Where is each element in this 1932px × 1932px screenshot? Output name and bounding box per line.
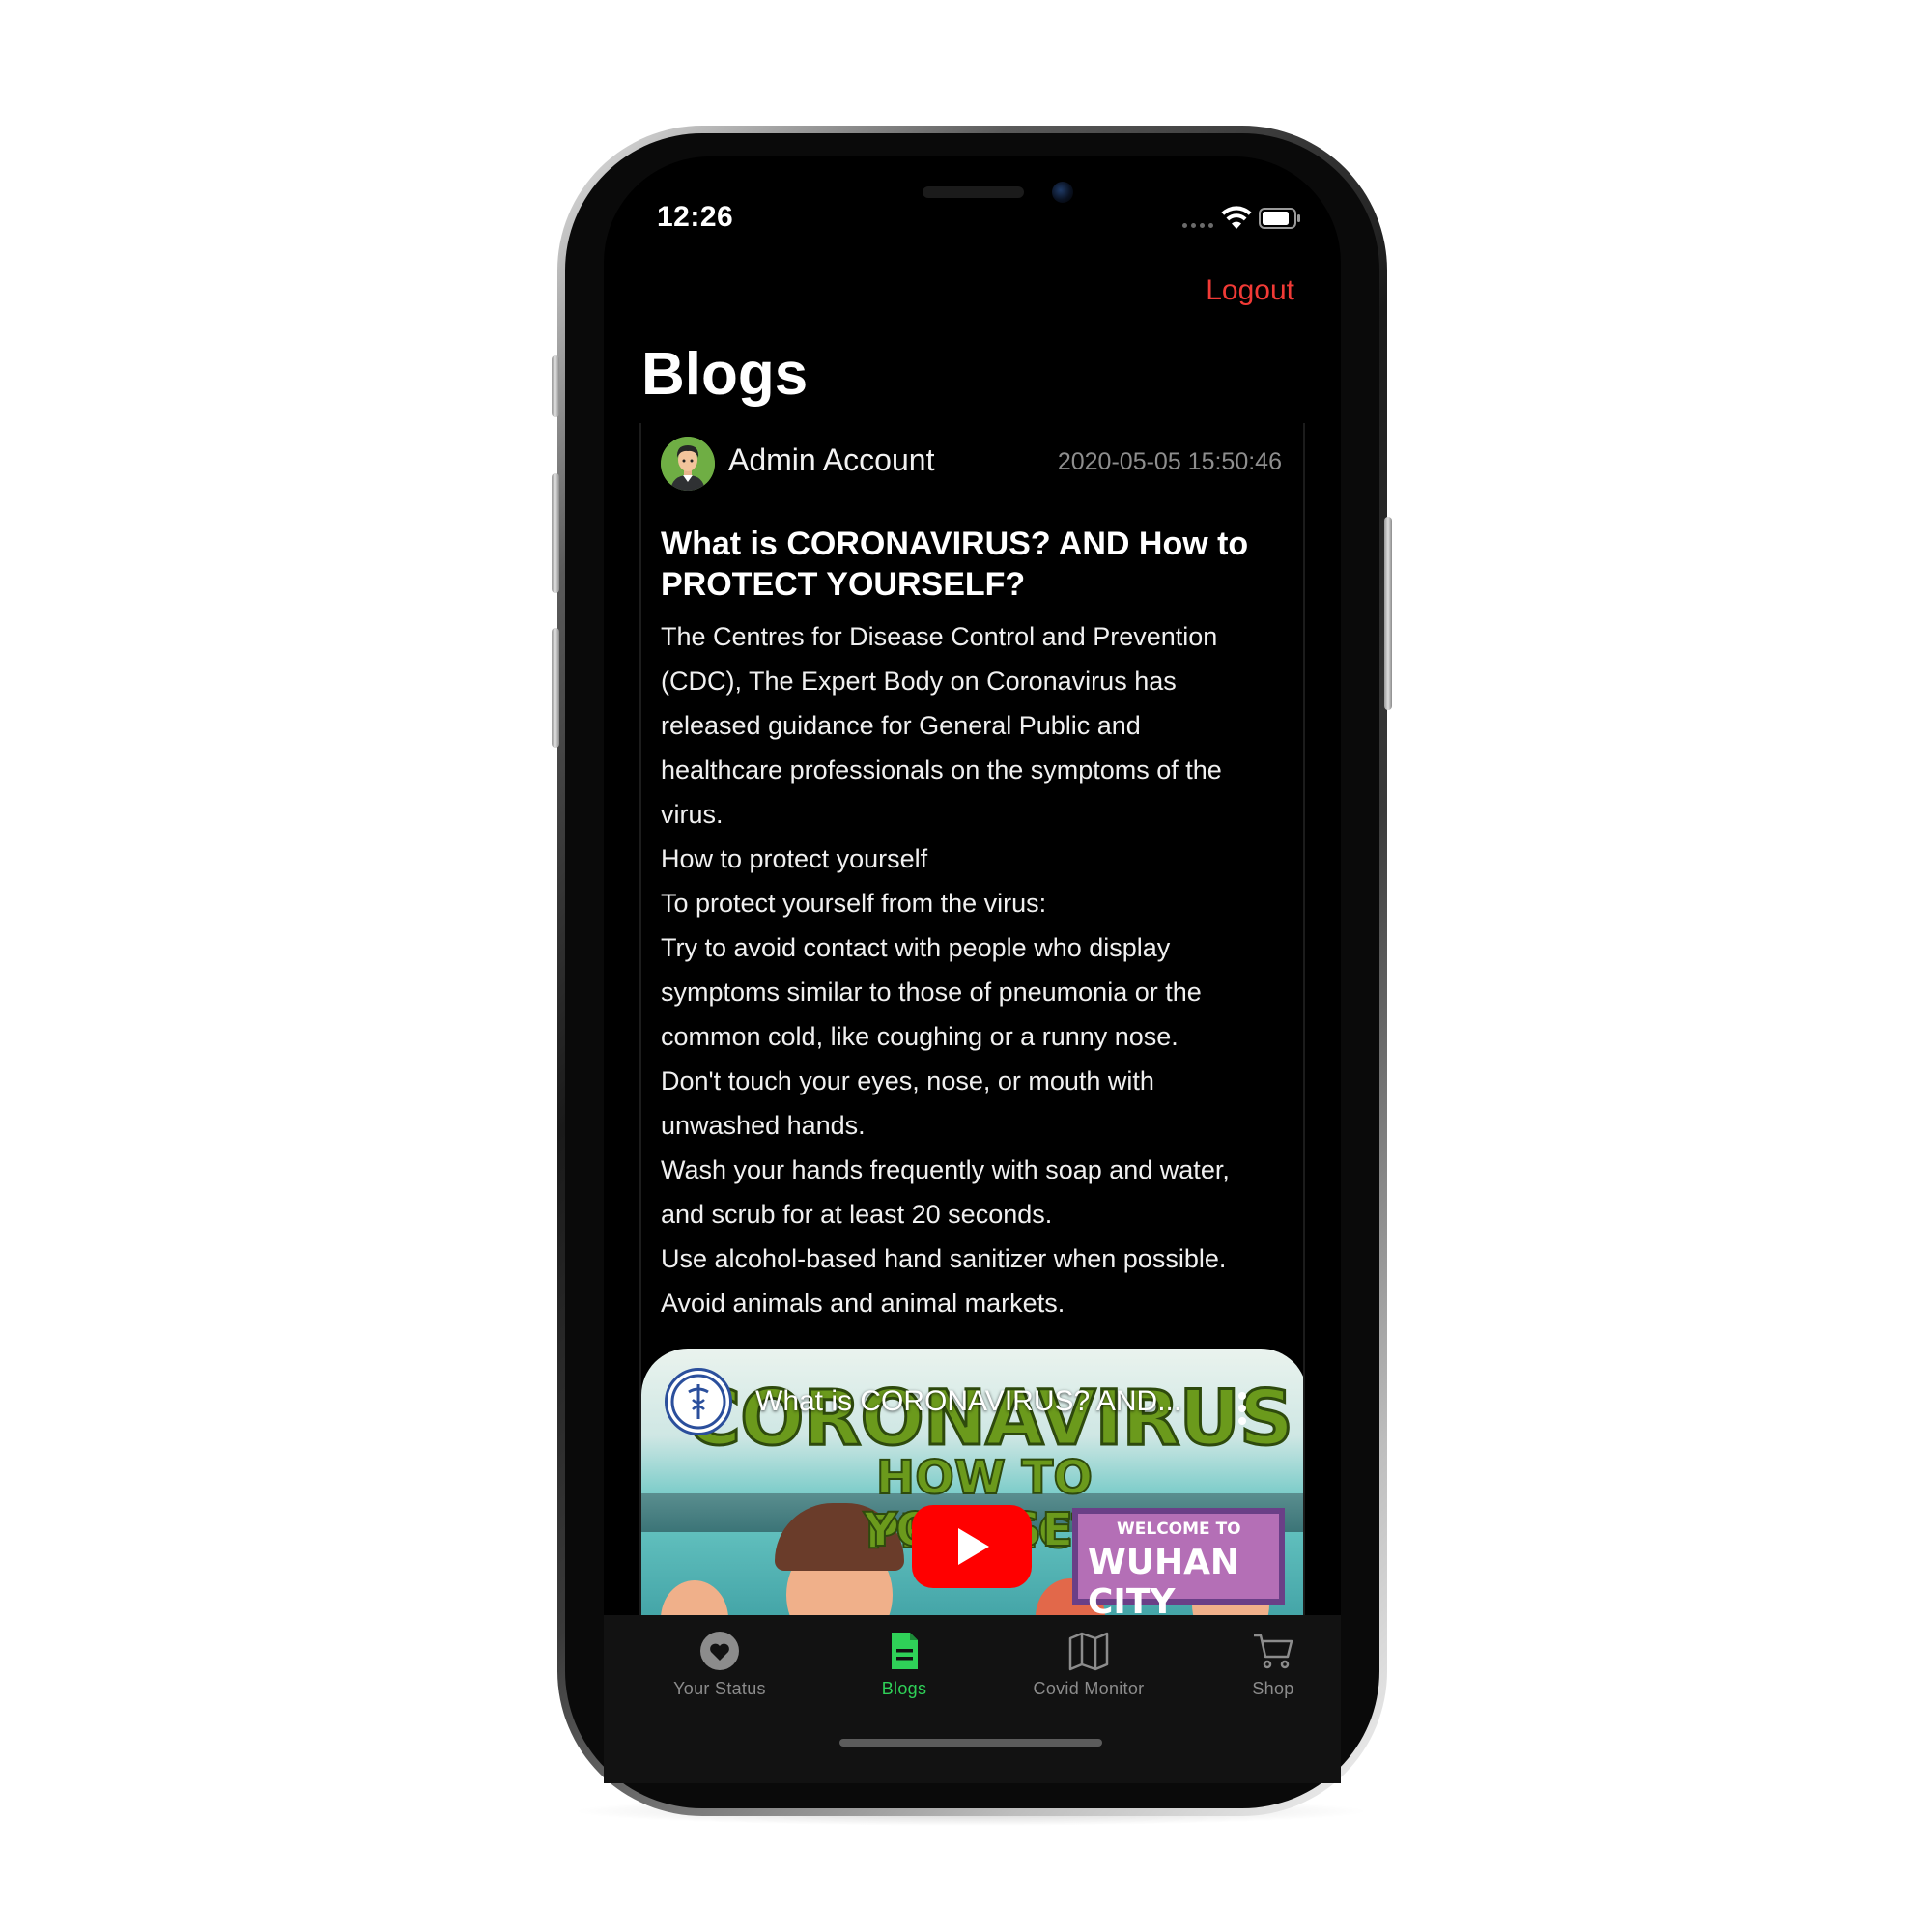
post-body: The Centres for Disease Control and Prev… bbox=[661, 614, 1289, 1325]
caduceus-icon bbox=[670, 1374, 726, 1430]
body-line: unwashed hands. bbox=[661, 1111, 866, 1140]
cellular-signal-icon bbox=[1182, 223, 1213, 228]
cart-icon bbox=[1254, 1634, 1293, 1669]
body-line: virus. bbox=[661, 800, 724, 829]
body-line: healthcare professionals on the symptoms… bbox=[661, 755, 1222, 784]
body-line: common cold, like coughing or a runny no… bbox=[661, 1022, 1179, 1051]
video-player[interactable]: CORONAVIRUS HOW TO PROTECT YOURSELF WELC… bbox=[641, 1349, 1303, 1616]
heart-icon bbox=[700, 1632, 739, 1670]
tab-covid-monitor[interactable]: Covid Monitor bbox=[997, 1631, 1180, 1718]
battery-icon bbox=[1259, 208, 1300, 229]
tab-shop[interactable]: Shop bbox=[1181, 1631, 1365, 1718]
user-avatar-icon bbox=[661, 437, 715, 491]
body-line: Don't touch your eyes, nose, or mouth wi… bbox=[661, 1066, 1154, 1095]
channel-logo[interactable] bbox=[665, 1368, 732, 1435]
body-line: To protect yourself from the virus: bbox=[661, 889, 1047, 918]
page-title: Blogs bbox=[641, 341, 809, 408]
more-options-icon[interactable] bbox=[1237, 1391, 1247, 1426]
post-timestamp: 2020-05-05 15:50:46 bbox=[1057, 448, 1282, 475]
body-line: released guidance for General Public and bbox=[661, 711, 1141, 740]
body-line: Avoid animals and animal markets. bbox=[661, 1289, 1065, 1318]
document-icon bbox=[892, 1633, 918, 1669]
body-line: How to protect yourself bbox=[661, 844, 928, 873]
body-line: symptoms similar to those of pneumonia o… bbox=[661, 978, 1202, 1007]
body-line: (CDC), The Expert Body on Coronavirus ha… bbox=[661, 667, 1177, 696]
tab-bar: Your Status Blogs Covid Monitor Shop bbox=[604, 1615, 1341, 1783]
play-icon bbox=[958, 1528, 989, 1565]
volume-down-button bbox=[552, 628, 559, 748]
silent-switch bbox=[552, 355, 559, 417]
earpiece-speaker bbox=[923, 186, 1024, 198]
tab-your-status[interactable]: Your Status bbox=[628, 1631, 811, 1718]
play-button[interactable] bbox=[912, 1505, 1032, 1588]
blog-feed[interactable]: Admin Account 2020-05-05 15:50:46 What i… bbox=[639, 423, 1305, 1616]
avatar[interactable] bbox=[661, 437, 715, 491]
wifi-icon bbox=[1221, 206, 1252, 229]
post-title: What is CORONAVIRUS? AND How to PROTECT … bbox=[661, 526, 1249, 603]
home-indicator[interactable] bbox=[839, 1739, 1102, 1747]
front-camera bbox=[1052, 182, 1073, 203]
video-title[interactable]: What is CORONAVIRUS? AND... bbox=[755, 1385, 1181, 1418]
video-character bbox=[661, 1580, 728, 1616]
volume-up-button bbox=[552, 473, 559, 593]
body-line: Try to avoid contact with people who dis… bbox=[661, 933, 1171, 962]
power-button bbox=[1384, 517, 1392, 710]
welcome-sign: WELCOME TO WUHAN CITY bbox=[1072, 1508, 1285, 1616]
tab-blogs[interactable]: Blogs bbox=[812, 1631, 996, 1718]
map-icon bbox=[1068, 1632, 1109, 1671]
body-line: Wash your hands frequently with soap and… bbox=[661, 1155, 1230, 1184]
logout-button[interactable]: Logout bbox=[1206, 274, 1294, 307]
author-name: Admin Account bbox=[728, 442, 935, 477]
body-line: The Centres for Disease Control and Prev… bbox=[661, 622, 1218, 651]
body-line: Use alcohol-based hand sanitizer when po… bbox=[661, 1244, 1227, 1273]
status-time: 12:26 bbox=[657, 201, 734, 233]
body-line: and scrub for at least 20 seconds. bbox=[661, 1200, 1053, 1229]
